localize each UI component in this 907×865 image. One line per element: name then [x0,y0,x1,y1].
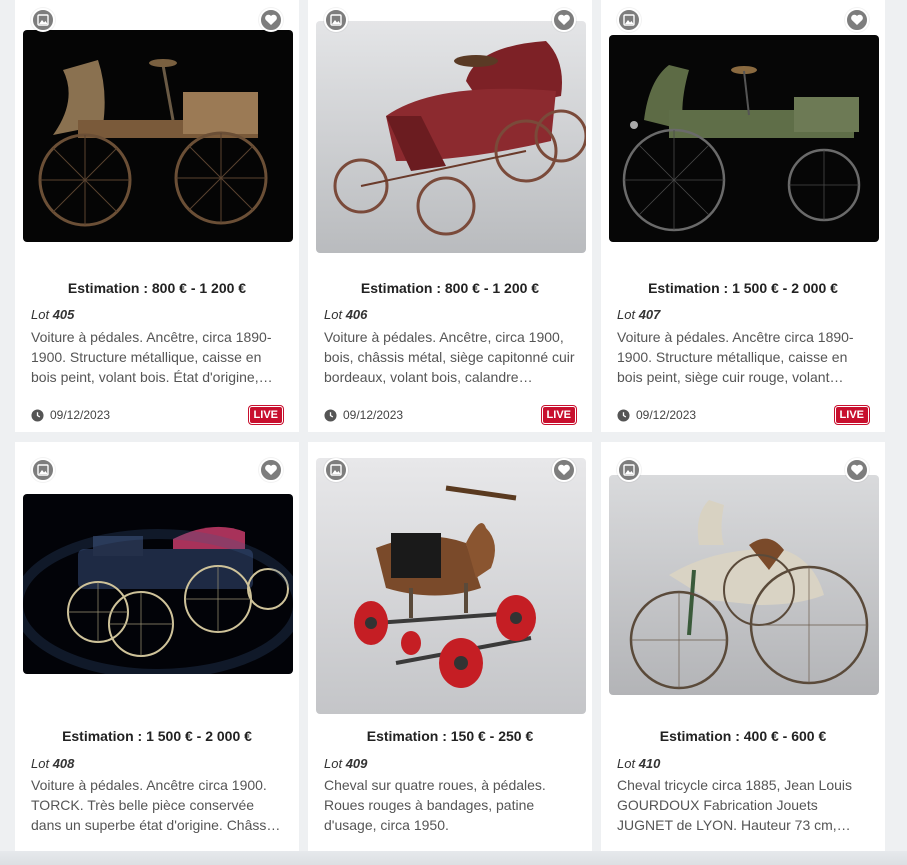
lot-image[interactable] [609,18,879,258]
gallery-icon[interactable] [617,8,641,32]
live-badge[interactable]: LIVE [248,406,283,424]
sale-date: 09/12/2023 [617,408,696,422]
lot-prefix: Lot [31,756,50,771]
gallery-icon[interactable] [31,458,55,482]
gallery-icon[interactable] [324,8,348,32]
lot-meta: 09/12/2023 LIVE [31,406,283,424]
lot-number-value: 407 [638,307,661,322]
heart-icon[interactable] [259,8,283,32]
lot-estimate: Estimation : 1 500 € - 2 000 € [648,280,838,296]
lot-description: Voiture à pédales. Ancêtre, circa 1890-1… [31,329,273,385]
lot-image[interactable] [609,475,879,695]
lot-estimate: Estimation : 150 € - 250 € [366,728,534,744]
lot-description: Voiture à pédales. Ancêtre circa 1890-19… [617,329,854,385]
lot-prefix: Lot [31,307,50,322]
lot-number: Lot 410 [617,756,660,771]
heart-icon[interactable] [259,458,283,482]
lot-number: Lot 405 [31,307,74,322]
lot-photo [316,458,586,714]
footer-strip [0,851,907,865]
lot-number: Lot 408 [31,756,74,771]
gallery-icon[interactable] [324,458,348,482]
lot-photo [23,30,293,242]
sale-date: 09/12/2023 [31,408,110,422]
lot-number: Lot 406 [324,307,367,322]
lot-estimate: Estimation : 400 € - 600 € [659,728,827,744]
heart-icon[interactable] [552,458,576,482]
lot-card[interactable]: Estimation : 800 € - 1 200 € Lot 405 Voi… [15,0,299,432]
lot-estimate: Estimation : 1 500 € - 2 000 € [62,728,252,744]
lot-estimate: Estimation : 800 € - 1 200 € [360,280,540,296]
lot-photo [23,494,293,674]
sale-date: 09/12/2023 [324,408,403,422]
lot-number-value: 408 [52,756,75,771]
lot-prefix: Lot [617,756,636,771]
lot-meta: 09/12/2023 LIVE [324,406,576,424]
lot-number: Lot 409 [324,756,367,771]
lot-description: Cheval sur quatre roues, à pédales. Roue… [324,777,546,833]
lot-card[interactable]: Estimation : 1 500 € - 2 000 € Lot 408 V… [15,442,299,865]
lot-photo [609,34,879,242]
lot-card[interactable]: Estimation : 150 € - 250 € Lot 409 Cheva… [308,442,592,865]
lot-estimate: Estimation : 800 € - 1 200 € [67,280,247,296]
heart-icon[interactable] [845,8,869,32]
lot-image[interactable] [23,16,293,256]
live-badge[interactable]: LIVE [541,406,576,424]
lot-meta: 09/12/2023 LIVE [617,406,869,424]
lot-card[interactable]: Estimation : 1 500 € - 2 000 € Lot 407 V… [601,0,885,432]
heart-icon[interactable] [552,8,576,32]
lot-photo [609,475,879,695]
clock-icon [617,408,630,422]
lot-card[interactable]: Estimation : 400 € - 600 € Lot 410 Cheva… [601,442,885,865]
lot-card[interactable]: Estimation : 800 € - 1 200 € Lot 406 Voi… [308,0,592,432]
sale-date-text: 09/12/2023 [636,408,697,422]
lot-prefix: Lot [324,307,343,322]
lot-image[interactable] [316,19,586,255]
lot-number-value: 409 [345,756,368,771]
gallery-icon[interactable] [617,458,641,482]
sale-date-text: 09/12/2023 [343,408,404,422]
heart-icon[interactable] [845,458,869,482]
lot-number-value: 410 [638,756,661,771]
lot-description: Voiture à pédales. Ancêtre circa 1900. T… [31,777,281,833]
clock-icon [324,408,337,422]
lot-prefix: Lot [617,307,636,322]
clock-icon [31,408,44,422]
lot-image[interactable] [316,458,586,714]
lot-description: Voiture à pédales. Ancêtre, circa 1900, … [324,329,575,385]
lot-image[interactable] [23,494,293,674]
gallery-icon[interactable] [31,8,55,32]
lot-number-value: 406 [345,307,368,322]
lot-number-value: 405 [52,307,75,322]
lot-prefix: Lot [324,756,343,771]
lot-photo [316,21,586,253]
sale-date-text: 09/12/2023 [50,408,111,422]
lot-description: Cheval tricycle circa 1885, Jean Louis G… [617,777,853,833]
live-badge[interactable]: LIVE [834,406,869,424]
lot-number: Lot 407 [617,307,660,322]
lots-grid: Estimation : 800 € - 1 200 € Lot 405 Voi… [15,0,886,865]
